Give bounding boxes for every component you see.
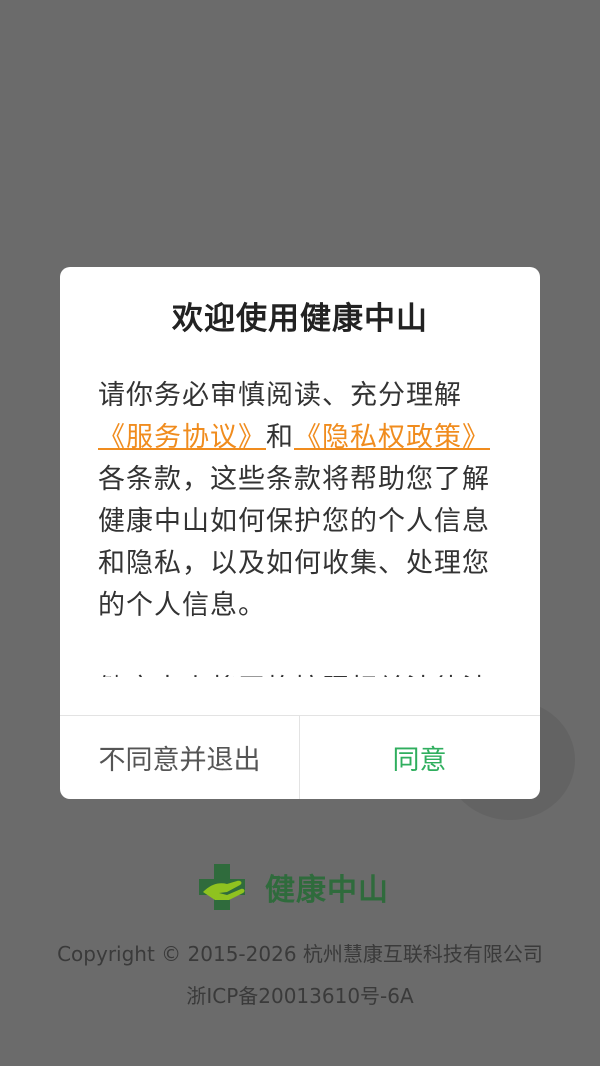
brand: 健康中山	[197, 860, 389, 914]
dialog-title: 欢迎使用健康中山	[172, 301, 428, 337]
icp-license-text: 浙ICP备20013610号-6A	[186, 984, 414, 1008]
copyright-text: Copyright © 2015-2026 杭州慧康互联科技有限公司	[57, 942, 543, 966]
consent-paragraph: 请你务必审慎阅读、充分理解《服务协议》和《隐私权政策》各条款，这些条款将帮助您了…	[98, 375, 508, 627]
body-and-text: 和	[266, 422, 294, 453]
health-cross-hand-logo-icon	[199, 864, 245, 910]
body-prefix-text: 请你务必审慎阅读、充分理解	[98, 380, 462, 411]
brand-name: 健康中山	[265, 873, 389, 908]
agree-button[interactable]: 同意	[300, 716, 539, 799]
dialog-body: 请你务必审慎阅读、充分理解《服务协议》和《隐私权政策》各条款，这些条款将帮助您了…	[98, 375, 508, 677]
consent-paragraph-2: 健康中山将严格按照相关法律法规	[98, 669, 508, 677]
privacy-policy-link[interactable]: 《隐私权政策》	[294, 422, 490, 453]
service-agreement-link[interactable]: 《服务协议》	[98, 422, 266, 453]
body-rest-text: 各条款，这些条款将帮助您了解健康中山如何保护您的个人信息和隐私，以及如何收集、处…	[98, 464, 490, 621]
decline-exit-button[interactable]: 不同意并退出	[60, 716, 299, 799]
privacy-consent-dialog: 欢迎使用健康中山 请你务必审慎阅读、充分理解《服务协议》和《隐私权政策》各条款，…	[60, 267, 540, 799]
